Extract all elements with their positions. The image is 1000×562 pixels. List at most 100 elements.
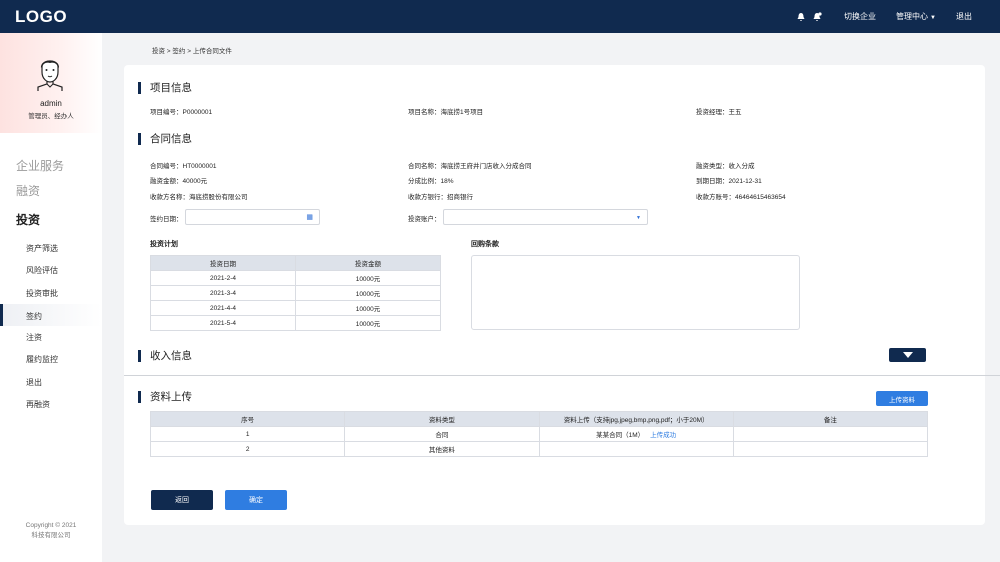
management-center-menu[interactable]: 管理中心 ▼ <box>896 11 936 22</box>
column-header: 备注 <box>732 411 929 427</box>
table-cell: 10000元 <box>295 300 441 316</box>
notification-icon[interactable] <box>812 11 822 22</box>
file-cell <box>538 441 734 457</box>
table-cell: 2021-5-4 <box>150 315 296 331</box>
table-row: 1 合同 某某合同（1M） 上传成功 <box>149 426 929 442</box>
top-right-nav: 切换企业 管理中心 ▼ 退出 <box>796 0 1000 33</box>
buyback-textarea[interactable] <box>471 255 800 330</box>
table-row: 2021-4-4 10000元 <box>150 300 441 316</box>
sign-date-label: 签约日期： <box>150 216 183 223</box>
management-center-label: 管理中心 <box>896 12 929 21</box>
logo: LOGO <box>15 7 68 26</box>
top-bar: LOGO 切换企业 管理中心 ▼ 退出 <box>0 0 1000 33</box>
payee-account: 收款方账号：46464615463654 <box>696 194 786 201</box>
back-button[interactable]: 返回 <box>151 490 213 510</box>
account-label: 投资账户： <box>408 216 441 223</box>
confirm-button[interactable]: 确定 <box>225 490 287 510</box>
section-contract-info: 合同信息 <box>138 131 192 146</box>
sign-date-input[interactable]: ▦ <box>185 209 320 225</box>
copyright-line: Copyright © 2021 <box>25 522 77 529</box>
due-date: 到期日期：2021-12-31 <box>696 178 762 185</box>
upload-status-link[interactable]: 上传成功 <box>650 432 676 439</box>
section-title: 资料上传 <box>150 391 192 403</box>
table-header-row: 投资日期 投资金额 <box>150 255 441 271</box>
menu-group-enterprise[interactable]: 企业服务 <box>16 157 64 174</box>
table-cell: 2 <box>149 441 346 457</box>
copyright: Copyright © 2021 科技有限公司 <box>0 521 102 541</box>
sidebar-item-refinancing[interactable]: 再融资 <box>26 399 50 410</box>
divider <box>124 375 1000 376</box>
upload-button[interactable]: 上传资料 <box>876 391 928 406</box>
table-row: 2021-3-4 10000元 <box>150 285 441 301</box>
section-title: 项目信息 <box>150 82 192 94</box>
sidebar-item-exit[interactable]: 退出 <box>26 377 42 388</box>
table-header-row: 序号 资料类型 资料上传（支持jpg,jpeg,bmp,png,pdf；小于20… <box>149 411 929 427</box>
table-cell <box>732 426 929 442</box>
username: admin <box>40 99 62 108</box>
section-marker <box>138 81 141 94</box>
bell-icon[interactable] <box>796 12 806 22</box>
user-profile: admin 管理员、经办人 <box>0 33 102 133</box>
table-cell: 1 <box>149 426 346 442</box>
dropdown-arrow-icon: ▼ <box>636 215 641 221</box>
sidebar-item-performance-monitoring[interactable]: 履约监控 <box>26 354 58 365</box>
menu-active-indicator <box>0 304 102 326</box>
calendar-icon[interactable]: ▦ <box>306 213 313 221</box>
table-cell: 10000元 <box>295 270 441 286</box>
investment-manager: 投资经理：王五 <box>696 109 742 116</box>
investment-account-select[interactable]: ▼ <box>443 209 648 225</box>
column-header: 投资日期 <box>150 255 296 271</box>
sidebar-item-capital-injection[interactable]: 注资 <box>26 332 42 343</box>
table-cell: 其他资料 <box>344 441 540 457</box>
section-upload: 资料上传 <box>138 389 192 404</box>
switch-company-link[interactable]: 切换企业 <box>844 11 876 22</box>
table-cell: 10000元 <box>295 285 441 301</box>
sidebar-item-asset-screening[interactable]: 资产筛选 <box>26 243 58 254</box>
company-name: 科技有限公司 <box>31 532 71 539</box>
table-row: 2021-5-4 10000元 <box>150 315 441 331</box>
investment-plan-table: 投资日期 投资金额 2021-2-4 10000元 2021-3-4 10000元 … <box>150 255 441 331</box>
payee-name: 收款方名称：海底捞股份有限公司 <box>150 194 248 201</box>
table-row: 2 其他资料 <box>149 441 929 457</box>
payee-bank: 收款方银行：招商银行 <box>408 194 473 201</box>
table-cell: 合同 <box>344 426 540 442</box>
table-cell: 10000元 <box>295 315 441 331</box>
menu-group-investment[interactable]: 投资 <box>16 211 40 228</box>
column-header: 资料上传（支持jpg,jpeg,bmp,png,pdf；小于20M） <box>538 411 734 427</box>
logout-link[interactable]: 退出 <box>956 11 972 22</box>
contract-name: 合同名称：海底捞王府井门店收入分成合同 <box>408 163 532 170</box>
project-number: 项目编号：P0000001 <box>150 109 213 116</box>
user-roles: 管理员、经办人 <box>28 113 74 120</box>
table-cell: 2021-4-4 <box>150 300 296 316</box>
share-ratio: 分成比例：18% <box>408 178 454 185</box>
avatar <box>37 60 63 91</box>
section-title: 收入信息 <box>150 350 192 362</box>
section-income-info: 收入信息 <box>138 348 192 363</box>
column-header: 资料类型 <box>344 411 540 427</box>
financing-type: 融资类型：收入分成 <box>696 163 755 170</box>
sidebar-item-investment-approval[interactable]: 投资审批 <box>26 288 58 299</box>
file-name: 某某合同（1M） <box>596 432 645 439</box>
table-cell <box>732 441 929 457</box>
expand-toggle-button[interactable] <box>889 348 926 362</box>
sidebar-item-risk-assessment[interactable]: 风险评估 <box>26 265 58 276</box>
file-cell: 某某合同（1M） 上传成功 <box>538 426 734 442</box>
section-marker <box>138 132 141 145</box>
menu-group-financing[interactable]: 融资 <box>16 182 40 199</box>
column-header: 投资金额 <box>295 255 441 271</box>
section-marker <box>138 349 141 362</box>
table-cell: 2021-3-4 <box>150 285 296 301</box>
caret-down-icon: ▼ <box>930 15 936 21</box>
section-marker <box>138 390 141 403</box>
project-name: 项目名称：海底捞1号项目 <box>408 109 484 116</box>
sidebar-item-signing[interactable]: 签约 <box>26 311 42 322</box>
section-title: 合同信息 <box>150 133 192 145</box>
buyback-title: 回购条款 <box>471 241 499 248</box>
upload-table: 序号 资料类型 资料上传（支持jpg,jpeg,bmp,png,pdf；小于20… <box>149 411 929 457</box>
section-project-info: 项目信息 <box>138 80 192 95</box>
table-cell: 2021-2-4 <box>150 270 296 286</box>
investment-plan-title: 投资计划 <box>150 241 178 248</box>
breadcrumb: 投资 > 签约 > 上传合同文件 <box>152 48 232 55</box>
financing-amount: 融资金额：40000元 <box>150 178 208 185</box>
column-header: 序号 <box>149 411 346 427</box>
